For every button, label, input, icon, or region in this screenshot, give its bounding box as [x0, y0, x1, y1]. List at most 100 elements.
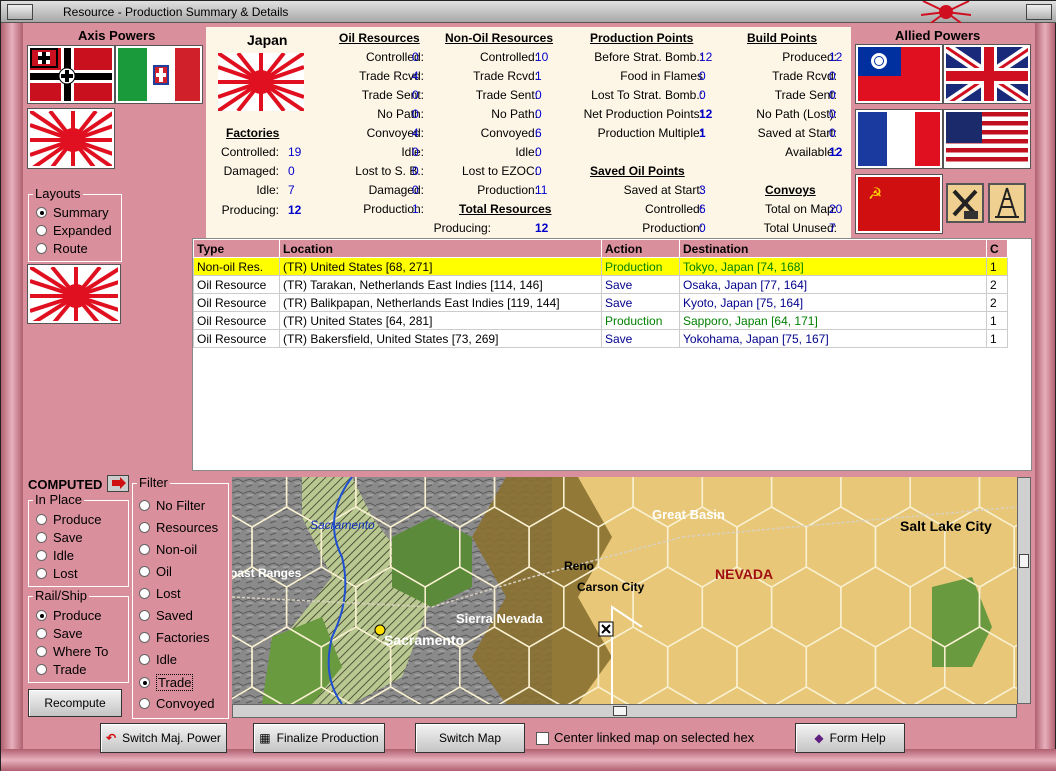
- france-flag[interactable]: [855, 109, 943, 169]
- table-cell: Oil Resource: [193, 311, 280, 330]
- layout-expanded-radio[interactable]: Expanded: [36, 223, 112, 238]
- oil-derrick-icon[interactable]: [988, 183, 1026, 223]
- bp-label: Trade Sent:: [774, 88, 837, 102]
- factories-label: Damaged:: [223, 164, 279, 178]
- table-row[interactable]: Oil Resource (TR) United States [64, 281]…: [193, 311, 1008, 330]
- uk-flag[interactable]: [943, 44, 1031, 104]
- pp-label: Lost To Strat. Bomb.:: [591, 88, 703, 102]
- mining-icon[interactable]: [946, 183, 984, 223]
- col-location-header[interactable]: Location: [279, 239, 602, 258]
- china-flag[interactable]: [855, 44, 943, 104]
- col-c-header[interactable]: C: [986, 239, 1008, 258]
- inplace-lost-radio[interactable]: Lost: [36, 566, 78, 581]
- computed-arrow-icon[interactable]: [107, 475, 129, 492]
- recompute-button[interactable]: Recompute: [28, 689, 122, 717]
- table-cell: Oil Resource: [193, 329, 280, 348]
- italy-flag[interactable]: [115, 45, 203, 104]
- nonoil-value: 11: [535, 183, 548, 197]
- col-destination-header[interactable]: Destination: [679, 239, 987, 258]
- linked-map[interactable]: Sacramento Great Basin Salt Lake City Re…: [232, 477, 1017, 704]
- col-action-header[interactable]: Action: [601, 239, 680, 258]
- japan-flag-axis[interactable]: [27, 108, 115, 169]
- system-menu-button[interactable]: [7, 4, 33, 20]
- table-cell: Production: [601, 257, 680, 276]
- bp-value: 0: [829, 88, 836, 102]
- table-row[interactable]: Oil Resource (TR) Tarakan, Netherlands Ea…: [193, 275, 1008, 294]
- table-row[interactable]: Non-oil Res. (TR) United States [68, 271]…: [193, 257, 1008, 276]
- table-cell: Yokohama, Japan [75, 167]: [679, 329, 987, 348]
- table-row[interactable]: Oil Resource (TR) Bakersfield, United Sta…: [193, 329, 1008, 348]
- factories-value: 7: [288, 183, 295, 197]
- nonoil-value: 1: [535, 69, 542, 83]
- resource-table[interactable]: Type Location Action Destination C Non-o…: [192, 238, 1032, 471]
- filter-option-radio[interactable]: Convoyed: [139, 696, 215, 711]
- nonoil-label: Lost to EZOC:: [461, 164, 538, 178]
- railship-produce-radio[interactable]: Produce: [36, 608, 101, 623]
- inplace-idle-radio[interactable]: Idle: [36, 548, 74, 563]
- factories-label: Producing:: [221, 203, 279, 217]
- ussr-flag[interactable]: ☭: [855, 174, 943, 234]
- center-linked-map-checkbox[interactable]: [536, 732, 549, 745]
- map-vertical-scrollbar[interactable]: [1017, 477, 1031, 704]
- map-vertical-thumb[interactable]: [1019, 554, 1029, 568]
- table-cell: Osaka, Japan [77, 164]: [679, 275, 987, 294]
- nonoil-value: 0: [535, 107, 542, 121]
- filter-option-radio[interactable]: Factories: [139, 630, 209, 645]
- germany-flag[interactable]: [27, 45, 115, 104]
- oil-value: 1: [412, 202, 419, 216]
- pp-label: Net Production Points:: [583, 107, 703, 121]
- railship-whereto-radio[interactable]: Where To: [36, 644, 108, 659]
- map-label-carson-city: Carson City: [577, 580, 645, 594]
- computed-label: COMPUTED: [28, 477, 103, 492]
- factories-title: Factories: [226, 126, 280, 140]
- railship-trade-radio[interactable]: Trade: [36, 662, 86, 677]
- col-type-header[interactable]: Type: [193, 239, 280, 258]
- table-cell: (TR) Bakersfield, United States [73, 269…: [279, 329, 602, 348]
- form-help-button[interactable]: ◆ Form Help: [795, 723, 905, 753]
- inplace-produce-radio[interactable]: Produce: [36, 512, 101, 527]
- finalize-production-button[interactable]: ▦ Finalize Production: [253, 723, 385, 753]
- frame-left: [1, 23, 23, 749]
- nonoil-label: Trade Rcvd:: [473, 69, 538, 83]
- savedoil-value: 0: [699, 221, 706, 235]
- table-cell: Kyoto, Japan [75, 164]: [679, 293, 987, 312]
- filter-option-radio[interactable]: Resources: [139, 520, 218, 535]
- nonoil-label: Controlled:: [479, 50, 538, 64]
- filter-option-radio[interactable]: Saved: [139, 608, 193, 623]
- filter-option-radio[interactable]: Non-oil: [139, 542, 197, 557]
- map-horizontal-scrollbar[interactable]: [232, 704, 1017, 718]
- minimize-button[interactable]: [1026, 4, 1052, 20]
- oil-value: 0: [412, 145, 419, 159]
- map-label-great-basin: Great Basin: [652, 507, 725, 522]
- table-cell: 2: [986, 293, 1008, 312]
- pp-title: Production Points: [590, 31, 694, 45]
- map-label-sacramento-city: Sacramento: [384, 632, 464, 648]
- title-bar[interactable]: Resource - Production Summary & Details: [1, 1, 1056, 23]
- filter-option-radio[interactable]: Trade: [139, 674, 194, 691]
- info-panel: Japan Factories Controlled: 19 Damaged: 0 …: [206, 27, 851, 238]
- filter-option-radio[interactable]: Idle: [139, 652, 177, 667]
- map-horizontal-thumb[interactable]: [613, 706, 627, 716]
- resource-window: Resource - Production Summary & Details …: [0, 0, 1056, 771]
- map-label-nevada: NEVADA: [715, 566, 773, 582]
- nonoil-title: Non-Oil Resources: [445, 31, 554, 45]
- inplace-save-radio[interactable]: Save: [36, 530, 83, 545]
- layout-route-radio[interactable]: Route: [36, 241, 88, 256]
- filter-option-radio[interactable]: Oil: [139, 564, 172, 579]
- form-help-label: Form Help: [829, 731, 886, 745]
- table-cell: Non-oil Res.: [193, 257, 280, 276]
- oil-title: Oil Resources: [339, 31, 420, 45]
- railship-save-radio[interactable]: Save: [36, 626, 83, 641]
- oil-value: 0: [412, 164, 419, 178]
- map-label-sacramento-river: Sacramento: [310, 518, 375, 532]
- filter-option-radio[interactable]: Lost: [139, 586, 181, 601]
- switch-major-power-label: Switch Maj. Power: [122, 731, 221, 745]
- switch-arrow-icon: ↶: [106, 731, 117, 745]
- switch-map-button[interactable]: Switch Map: [415, 723, 525, 753]
- usa-flag[interactable]: [943, 109, 1031, 169]
- switch-major-power-button[interactable]: ↶ Switch Maj. Power: [100, 723, 227, 753]
- filter-option-radio[interactable]: No Filter: [139, 498, 205, 513]
- table-row[interactable]: Oil Resource (TR) Balikpapan, Netherlands…: [193, 293, 1008, 312]
- layout-summary-radio[interactable]: Summary: [36, 205, 109, 220]
- oil-value: 0: [412, 183, 419, 197]
